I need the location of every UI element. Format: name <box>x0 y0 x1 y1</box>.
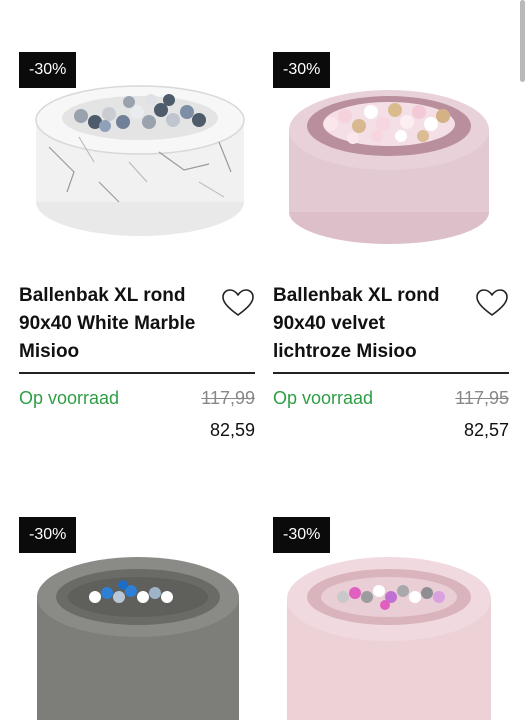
product-image-light-pink-ball-pit[interactable]: -30% <box>273 52 509 262</box>
product-title[interactable]: Ballenbak XL rond 90x40 White Marble Mis… <box>19 282 219 366</box>
sale-price: 82,57 <box>463 420 509 440</box>
product-title[interactable]: Ballenbak XL rond 90x40 velvet lichtroze… <box>273 282 473 366</box>
product-card[interactable]: -30% <box>19 517 255 720</box>
original-price: 117,95 <box>455 388 509 408</box>
wishlist-heart-icon[interactable] <box>475 288 509 318</box>
divider <box>273 372 509 374</box>
wishlist-heart-icon[interactable] <box>221 288 255 318</box>
discount-badge: -30% <box>273 517 331 553</box>
product-title-line: Misioo <box>19 341 80 362</box>
discount-badge: -30% <box>19 517 77 553</box>
product-image-white-marble-ball-pit[interactable]: -30% <box>19 52 255 262</box>
divider <box>19 372 255 374</box>
stock-status: Op voorraad <box>19 388 120 408</box>
product-image-grey-ball-pit[interactable]: -30% <box>19 517 255 720</box>
product-card[interactable]: -30% Ballenbak XL rond 90x40 velvet lich… <box>273 52 509 472</box>
original-price: 117,99 <box>201 388 255 408</box>
product-title-line: Ballenbak XL rond <box>273 285 440 306</box>
product-title-line: 90x40 White Marble <box>19 313 196 334</box>
product-title-line: Ballenbak XL rond <box>19 285 186 306</box>
product-card[interactable]: -30% Ballenbak XL rond 90x40 White Marbl… <box>19 52 255 472</box>
product-card[interactable]: -30% <box>273 517 509 720</box>
product-title-line: 90x40 velvet <box>273 313 385 334</box>
discount-badge: -30% <box>273 52 331 88</box>
product-image-pink-ball-pit[interactable]: -30% <box>273 517 509 720</box>
page-scrollbar[interactable] <box>520 0 525 82</box>
stock-status: Op voorraad <box>273 388 374 408</box>
sale-price: 82,59 <box>209 420 255 440</box>
product-title-line: lichtroze Misioo <box>273 341 417 362</box>
discount-badge: -30% <box>19 52 77 88</box>
